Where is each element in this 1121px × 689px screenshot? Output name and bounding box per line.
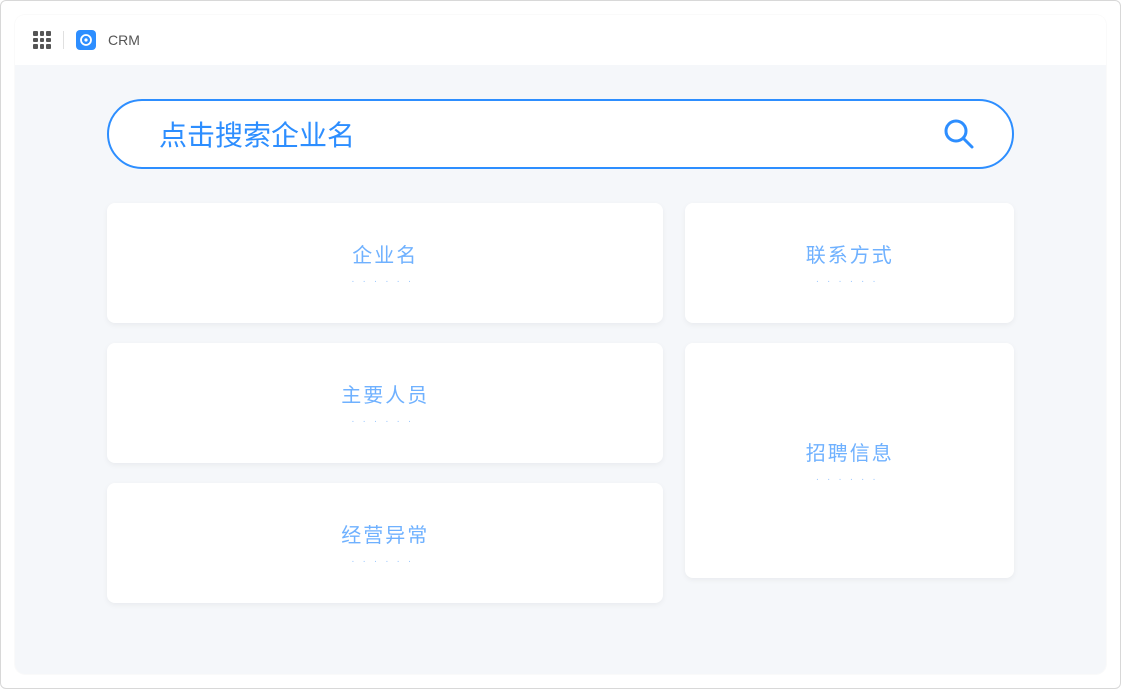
search-bar[interactable]: 点击搜索企业名 (107, 99, 1014, 169)
app-window: CRM 点击搜索企业名 企业名 ······ (15, 15, 1106, 674)
card-key-personnel[interactable]: 主要人员 ······ (107, 343, 663, 463)
divider (63, 31, 64, 49)
cards-column-right: 联系方式 ······ 招聘信息 ······ (685, 203, 1014, 578)
card-title: 主要人员 (341, 379, 429, 408)
card-title: 招聘信息 (806, 437, 894, 466)
content-area: 点击搜索企业名 企业名 ······ 主要人员 ····· (15, 65, 1106, 674)
card-dots: ······ (351, 276, 419, 287)
card-business-abnormal[interactable]: 经营异常 ······ (107, 483, 663, 603)
card-contact-info[interactable]: 联系方式 ······ (685, 203, 1014, 323)
app-logo-icon[interactable] (76, 30, 96, 50)
card-dots: ······ (816, 276, 884, 287)
card-dots: ······ (816, 474, 884, 485)
app-name: CRM (108, 32, 140, 48)
card-recruitment-info[interactable]: 招聘信息 ······ (685, 343, 1014, 578)
card-dots: ······ (351, 556, 419, 567)
outer-frame: CRM 点击搜索企业名 企业名 ······ (0, 0, 1121, 689)
apps-grid-icon[interactable] (33, 31, 51, 49)
card-title: 经营异常 (341, 519, 429, 548)
search-icon[interactable] (942, 117, 976, 151)
cards-grid: 企业名 ······ 主要人员 ······ 经营异常 ······ 联系方式 (107, 203, 1014, 603)
titlebar: CRM (15, 15, 1106, 65)
card-dots: ······ (351, 416, 419, 427)
cards-column-left: 企业名 ······ 主要人员 ······ 经营异常 ······ (107, 203, 663, 603)
card-company-name[interactable]: 企业名 ······ (107, 203, 663, 323)
card-title: 企业名 (352, 239, 418, 268)
search-placeholder: 点击搜索企业名 (159, 114, 355, 154)
card-title: 联系方式 (806, 239, 894, 268)
